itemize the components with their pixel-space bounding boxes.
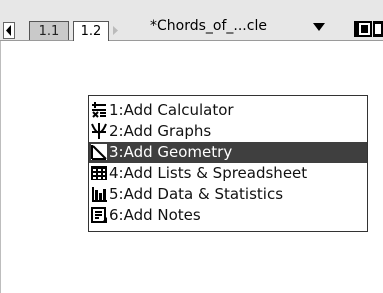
menu-item-label: 2:Add Graphs <box>109 122 212 140</box>
document-title[interactable]: *Chords_of_...cle <box>150 18 267 34</box>
add-page-menu: 1:Add Calculator 2:Add Graphs 3:Add Geom… <box>88 95 368 232</box>
menu-item-add-geometry[interactable]: 3:Add Geometry <box>89 142 367 163</box>
menu-item-label: 4:Add Lists & Spreadsheet <box>109 164 308 182</box>
geometry-icon <box>91 144 107 160</box>
menu-item-label: 5:Add Data & Statistics <box>109 185 284 203</box>
content-border <box>0 41 1 293</box>
menu-item-label: 1:Add Calculator <box>109 101 234 119</box>
spreadsheet-icon <box>91 166 107 180</box>
battery-status-icon <box>354 21 383 37</box>
tab-label: 1.1 <box>38 24 60 39</box>
tab-bar: 1.1 1.2 *Chords_of_...cle <box>0 0 383 41</box>
tab-1-1[interactable]: 1.1 <box>29 21 69 40</box>
scroll-right-icon[interactable] <box>110 22 122 39</box>
tab-label: 1.2 <box>80 24 102 39</box>
menu-item-add-graphs[interactable]: 2:Add Graphs <box>89 121 367 142</box>
menu-item-add-data-statistics[interactable]: 5:Add Data & Statistics <box>89 184 367 205</box>
notes-icon <box>91 207 107 223</box>
tab-1-2[interactable]: 1.2 <box>73 21 109 41</box>
statistics-icon <box>92 187 107 202</box>
graphs-icon <box>91 123 107 139</box>
document-menu-caret-icon[interactable] <box>313 23 325 31</box>
menu-item-add-calculator[interactable]: 1:Add Calculator <box>89 100 367 121</box>
calculator-icon <box>92 102 106 118</box>
menu-item-add-notes[interactable]: 6:Add Notes <box>89 205 367 226</box>
menu-item-label: 3:Add Geometry <box>109 143 233 161</box>
menu-item-add-lists-spreadsheet[interactable]: 4:Add Lists & Spreadsheet <box>89 163 367 184</box>
menu-item-label: 6:Add Notes <box>109 206 201 224</box>
scroll-left-icon[interactable] <box>3 22 15 39</box>
